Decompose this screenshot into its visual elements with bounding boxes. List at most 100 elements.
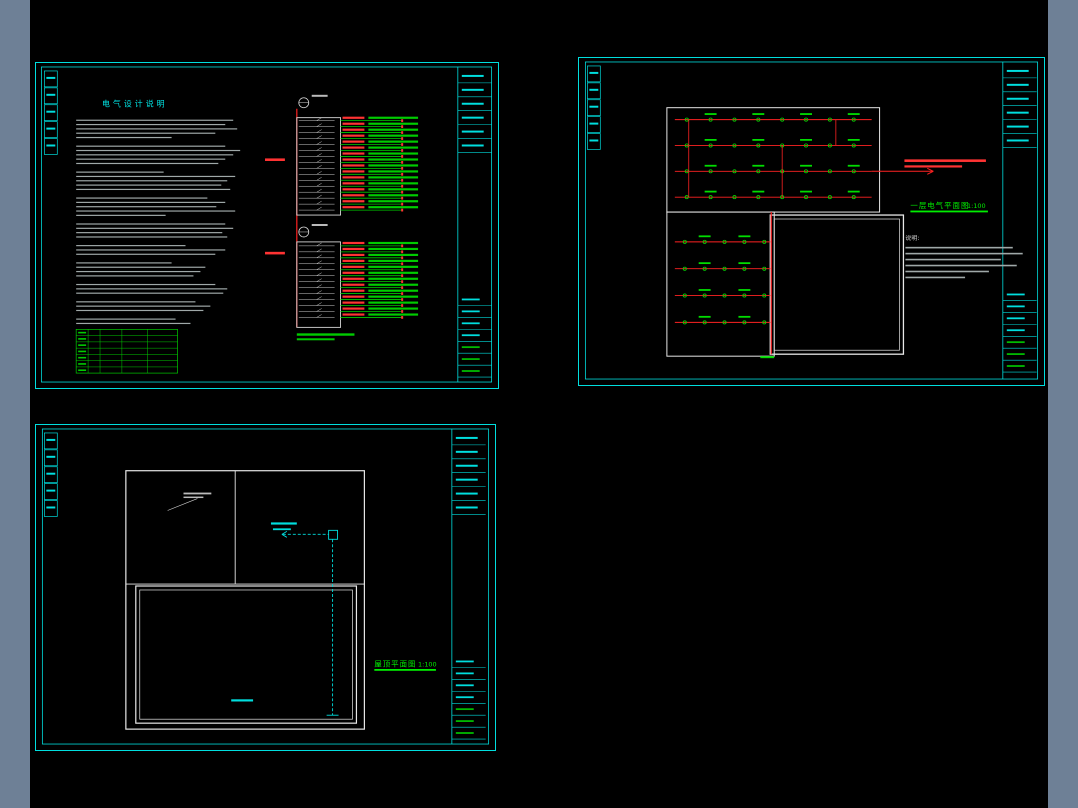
circuit-spec-bar: [368, 307, 419, 310]
circuit-end-tick: [401, 292, 404, 295]
circuit-end-tick: [401, 119, 404, 123]
sheet-title: 电气设计说明: [102, 99, 168, 109]
circuit-end-tick: [401, 304, 404, 307]
circuit-end-tick: [401, 208, 404, 212]
note-line: [76, 145, 226, 147]
wall-outline: [666, 211, 775, 357]
legend-text-bar: [78, 331, 87, 334]
title-block-text-bar: [455, 450, 478, 453]
circuit-end-tick: [401, 280, 404, 284]
circuit-id-bar: [342, 158, 365, 161]
breaker-slash: [316, 266, 322, 270]
legend-text-bar: [78, 369, 87, 372]
note-line: [905, 270, 989, 273]
note-line: [905, 246, 1013, 249]
note-line: [76, 136, 172, 139]
fixture-label-bar: [704, 139, 717, 141]
note-line: [905, 264, 1017, 267]
circuit-id-bar: [342, 277, 365, 280]
title-block-text-bar: [461, 144, 484, 147]
wiring-arrow: [281, 533, 288, 538]
circuit-id-bar: [342, 182, 365, 185]
circuit-end-tick: [401, 250, 404, 254]
title-block-text-bar: [461, 322, 480, 325]
note-line: [76, 210, 236, 212]
circuit-id-bar: [342, 200, 365, 203]
circuit-id-bar: [342, 283, 365, 286]
leader-line: [167, 498, 198, 511]
title-block-text-bar: [455, 436, 478, 439]
circuit-end-tick: [401, 143, 404, 146]
circuit-spec-bar: [368, 116, 419, 119]
breaker-slash: [316, 135, 322, 139]
revision-text-bar: [589, 122, 599, 125]
wall-outline: [125, 470, 365, 730]
circuit-end-tick: [401, 244, 404, 248]
wiring-label-bar: [231, 699, 254, 702]
title-block-text-bar: [1006, 83, 1029, 86]
title-block-text-bar: [1006, 293, 1025, 296]
breaker-slash: [316, 147, 322, 151]
circuit-end-tick: [401, 196, 404, 200]
circuit-id-bar: [342, 259, 365, 262]
meter-label-bar: [311, 94, 328, 97]
panel-caption-bar: [296, 338, 335, 341]
note-line: [76, 128, 238, 130]
circuit-end-tick: [401, 310, 404, 313]
breaker-slash: [316, 159, 322, 163]
circuit-end-tick: [401, 202, 404, 206]
fixture-label-bar: [752, 139, 765, 141]
circuit-spec-bar: [368, 253, 419, 257]
breaker-slash: [316, 165, 322, 169]
fixture-label-bar: [704, 164, 717, 167]
circuit-spec-bar: [368, 194, 419, 197]
legend-text-bar: [78, 350, 87, 353]
circuit-spec-bar: [368, 182, 419, 185]
circuit-end-tick: [401, 190, 404, 194]
circuit-end-tick: [401, 160, 404, 164]
note-line: [76, 171, 164, 173]
circuit-end-tick: [401, 137, 404, 140]
breaker-slash: [316, 200, 322, 205]
legend-text-bar: [78, 363, 87, 365]
note-line: [76, 318, 176, 320]
title-block-text-bar: [455, 684, 474, 687]
circuit-spec-bar: [368, 289, 419, 292]
title-block-text-bar: [1006, 305, 1025, 308]
revision-text-bar: [589, 139, 599, 142]
revision-text-bar: [46, 506, 56, 509]
revision-text-bar: [46, 93, 56, 96]
breaker-slash: [316, 183, 322, 187]
revision-cell: [44, 70, 58, 88]
note-line: [76, 322, 191, 325]
revision-text-bar: [46, 489, 56, 492]
circuit-id-bar: [342, 128, 365, 131]
note-line: [76, 275, 194, 277]
note-line: [76, 184, 222, 186]
circuit-end-tick: [401, 286, 404, 290]
circuit-id-bar: [342, 206, 365, 209]
circuit-id-bar: [342, 194, 365, 197]
circuit-end-tick: [401, 149, 404, 152]
note-line: [76, 301, 196, 303]
left-margin-strip: [0, 0, 30, 808]
circuit-id-bar: [342, 271, 365, 274]
revision-text-bar: [46, 438, 56, 441]
title-block-text-bar: [455, 660, 474, 663]
circuit-id-bar: [342, 146, 365, 149]
fixture-label-bar: [752, 164, 765, 167]
breaker-slash: [316, 296, 322, 300]
right-margin-strip: [1048, 0, 1078, 808]
first-floor-plan-drawing: 一层电气平面图 1:100 说明:: [584, 61, 1039, 380]
circuit-spec-bar: [368, 283, 419, 286]
title-block-text-bar: [1006, 329, 1025, 332]
note-line: [76, 227, 234, 229]
circuit-id-bar: [342, 170, 365, 173]
breaker-slash: [316, 141, 322, 145]
meter-label-bar: [311, 224, 328, 226]
fixture-label-bar: [847, 164, 860, 167]
title-block-text-bar: [461, 88, 484, 91]
breaker-slash: [316, 314, 322, 318]
panel-caption-bar: [296, 333, 355, 336]
circuit-id-bar: [342, 134, 365, 137]
